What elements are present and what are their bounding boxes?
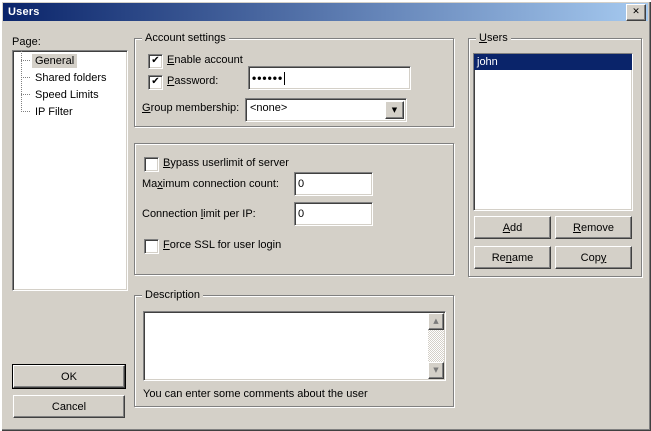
arrow-up-icon: ▲ (433, 318, 438, 325)
enable-account-label: Enable account (167, 54, 243, 66)
description-textarea[interactable]: ▲ ▼ (143, 311, 446, 381)
users-dialog: Users ✕ Page: General Shared folders Spe… (0, 0, 651, 431)
ip-limit-input[interactable]: 0 (294, 202, 373, 226)
scrollbar-track[interactable] (428, 330, 444, 362)
force-ssl-label: Force SSL for user login (163, 239, 281, 251)
account-settings-group: Account settings ✔ Enable account ✔ Pass… (134, 38, 454, 127)
scroll-up-button[interactable]: ▲ (428, 313, 444, 330)
bypass-userlimit-label: Bypass userlimit of server (163, 157, 289, 169)
text-caret (284, 72, 285, 85)
tree-item-general[interactable]: General (13, 52, 127, 69)
max-connection-label: Maximum connection count: (142, 178, 279, 190)
force-ssl-checkbox[interactable] (144, 239, 159, 254)
ip-limit-label: Connection limit per IP: (142, 208, 256, 220)
users-group-title: Users (476, 32, 511, 44)
max-connection-input[interactable]: 0 (294, 172, 373, 196)
scroll-down-button[interactable]: ▼ (428, 362, 444, 379)
password-masked-value: •••••• (252, 72, 283, 84)
arrow-down-icon: ▼ (433, 367, 438, 374)
description-scrollbar[interactable]: ▲ ▼ (428, 313, 444, 379)
max-connection-value: 0 (298, 178, 304, 190)
check-icon: ✔ (151, 56, 159, 66)
tree-branch-stub (21, 60, 30, 61)
tree-branch-stub (21, 77, 30, 78)
cancel-button[interactable]: Cancel (13, 395, 125, 418)
page-tree[interactable]: General Shared folders Speed Limits IP F… (12, 50, 128, 291)
tree-item-shared-folders[interactable]: Shared folders (13, 69, 127, 86)
dropdown-button[interactable]: ▼ (385, 101, 404, 119)
window-title: Users (3, 6, 40, 18)
group-membership-label: Group membership: (142, 102, 239, 114)
password-checkbox[interactable]: ✔ (148, 75, 163, 90)
ok-button[interactable]: OK (13, 365, 125, 388)
close-button[interactable]: ✕ (626, 4, 646, 21)
description-hint: You can enter some comments about the us… (143, 388, 368, 400)
close-icon: ✕ (632, 8, 640, 17)
password-input[interactable]: •••••• (248, 66, 411, 90)
rename-button[interactable]: Rename (474, 246, 551, 269)
copy-button[interactable]: Copy (555, 246, 632, 269)
titlebar[interactable]: Users (3, 3, 648, 21)
list-item-john[interactable]: john (474, 54, 632, 70)
description-group: Description ▲ ▼ You can enter some comme… (134, 295, 454, 407)
users-group: Users john Add Remove Rename Copy (468, 38, 642, 277)
tree-branch-stub (21, 94, 30, 95)
add-button[interactable]: Add (474, 216, 551, 239)
account-settings-title: Account settings (142, 32, 229, 44)
bypass-userlimit-checkbox[interactable] (144, 157, 159, 172)
page-label: Page: (12, 36, 41, 48)
connection-limits-group: Bypass userlimit of server Maximum conne… (134, 143, 454, 275)
tree-branch-stub (21, 111, 30, 112)
enable-account-checkbox[interactable]: ✔ (148, 54, 163, 69)
ip-limit-value: 0 (298, 208, 304, 220)
group-membership-value: <none> (250, 102, 287, 114)
remove-button[interactable]: Remove (555, 216, 632, 239)
tree-item-speed-limits[interactable]: Speed Limits (13, 86, 127, 103)
group-membership-select[interactable]: <none> ▼ (245, 98, 407, 122)
users-listbox[interactable]: john (473, 53, 633, 211)
password-label: Password: (167, 75, 218, 87)
tree-item-ip-filter[interactable]: IP Filter (13, 103, 127, 120)
description-title: Description (142, 289, 203, 301)
check-icon: ✔ (151, 77, 159, 87)
chevron-down-icon: ▼ (392, 107, 397, 114)
